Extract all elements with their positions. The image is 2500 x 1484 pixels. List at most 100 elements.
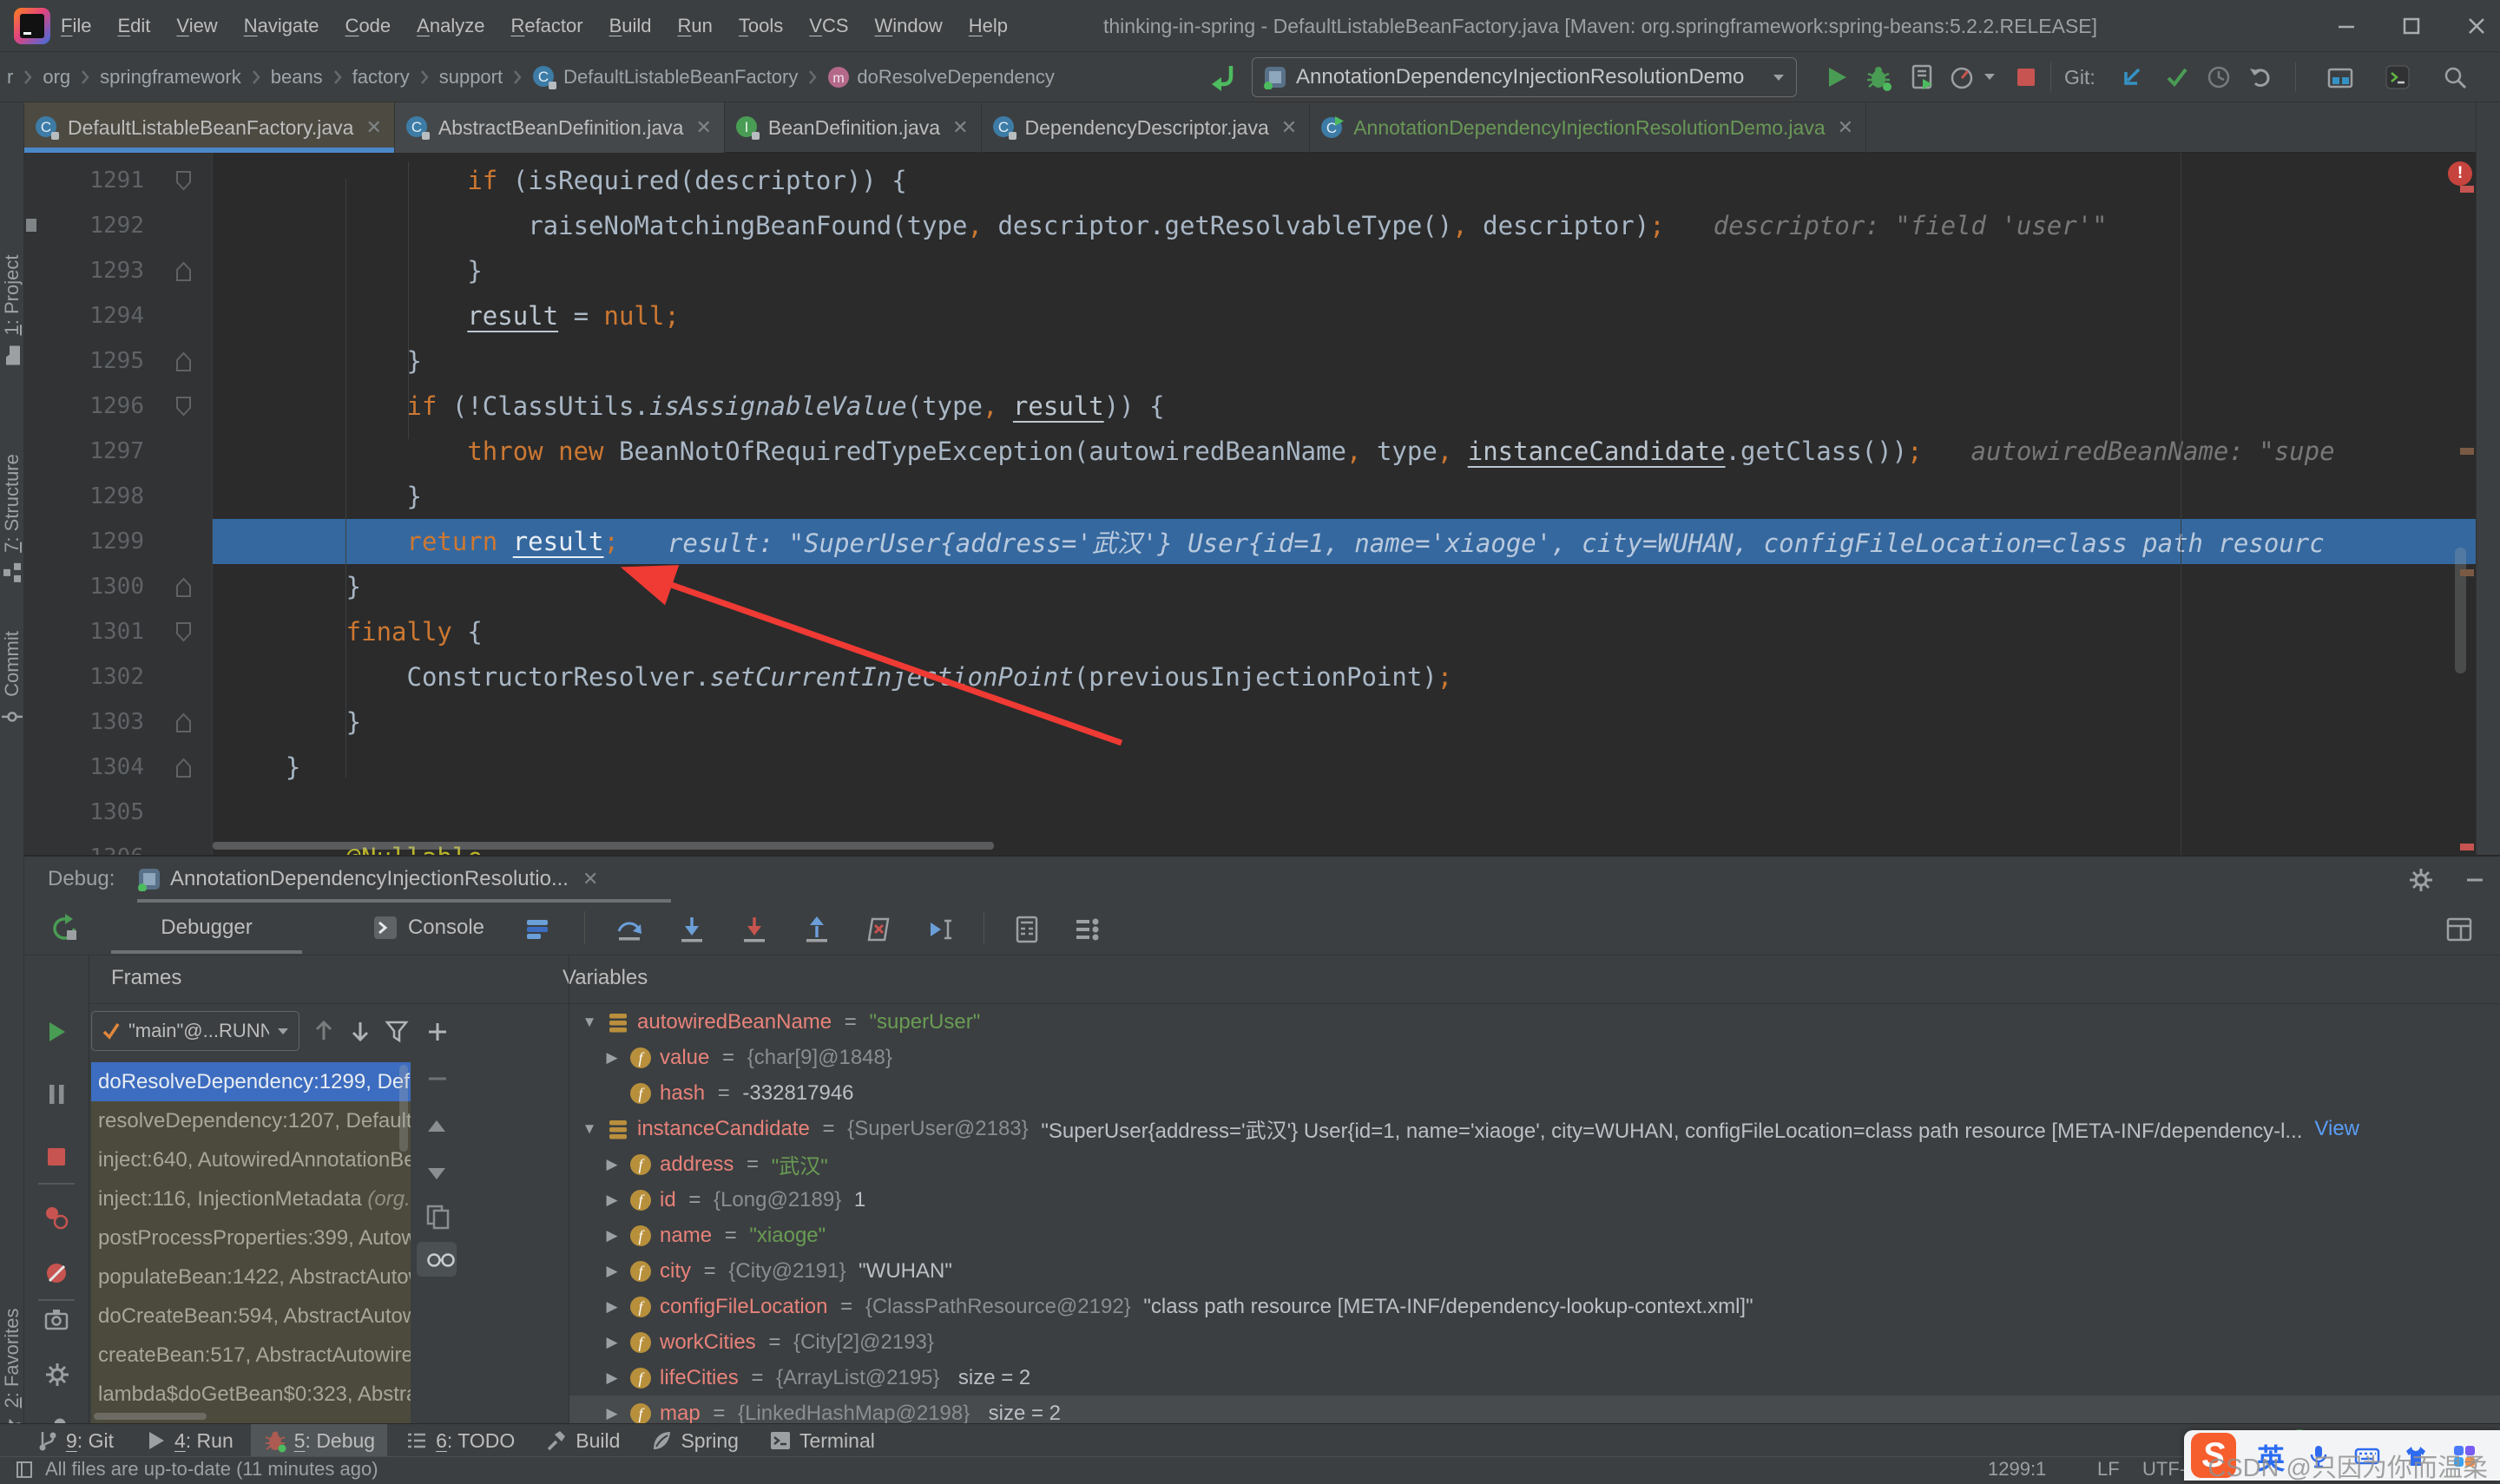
tool-strip-structure[interactable]: 7: Structure bbox=[1, 454, 23, 584]
debug-tab-console[interactable]: Console bbox=[324, 904, 532, 951]
pause-icon[interactable] bbox=[43, 1080, 70, 1108]
variable-row[interactable]: ▶ f name = "xiaoge" bbox=[569, 1218, 2500, 1253]
code-line-1296[interactable]: 1296 if (!ClassUtils.isAssignableValue(ty… bbox=[24, 384, 2476, 429]
variable-row[interactable]: ▶ f address = "武汉" bbox=[569, 1146, 2500, 1182]
toolwindow-button-spring[interactable]: Spring bbox=[637, 1424, 750, 1457]
code-line-1297[interactable]: 1297 throw new BeanNotOfRequiredTypeExcep… bbox=[24, 429, 2476, 474]
terminal-run-icon[interactable] bbox=[2384, 63, 2411, 91]
chevron-expanded-icon[interactable]: ▼ bbox=[580, 1014, 599, 1031]
editor-tab[interactable]: C DefaultListableBeanFactory.java ✕ bbox=[24, 102, 395, 153]
code-line-1294[interactable]: 1294 result = null; bbox=[24, 293, 2476, 338]
error-indicator-badge[interactable]: ! bbox=[2448, 161, 2472, 186]
mute-breakpoints-icon[interactable] bbox=[43, 1259, 70, 1287]
step-into-icon[interactable] bbox=[677, 915, 705, 942]
debug-settings-gear-icon[interactable] bbox=[43, 1360, 70, 1388]
warning-stripe-mark[interactable] bbox=[2460, 569, 2474, 576]
frames-horizontal-scrollbar[interactable] bbox=[94, 1413, 207, 1420]
duplicate-watch-icon[interactable] bbox=[424, 1202, 451, 1230]
stack-frame[interactable]: inject:116, InjectionMetadata (org.sprin… bbox=[91, 1179, 411, 1218]
thread-dump-icon[interactable] bbox=[43, 1306, 70, 1334]
variable-row[interactable]: ▶ f value = {char[9]@1848} bbox=[569, 1040, 2500, 1075]
variable-row[interactable]: ▶ f map = {LinkedHashMap@2198} size = 2 bbox=[569, 1395, 2500, 1425]
toolwindow-button-terminal[interactable]: Terminal bbox=[756, 1424, 887, 1457]
menu-navigate[interactable]: Navigate bbox=[244, 15, 319, 37]
profiler-caret-icon[interactable] bbox=[1983, 71, 2010, 99]
menu-vcs[interactable]: VCS bbox=[809, 15, 848, 37]
gutter-line-number[interactable]: 1294 bbox=[24, 293, 213, 338]
gutter-line-number[interactable]: 1305 bbox=[24, 790, 213, 835]
menu-run[interactable]: Run bbox=[678, 15, 713, 37]
close-icon[interactable]: ✕ bbox=[1281, 116, 1297, 139]
gutter-line-number[interactable]: 1291 bbox=[24, 158, 213, 203]
code-line-1301[interactable]: 1301 finally { bbox=[24, 609, 2476, 654]
move-down-icon[interactable] bbox=[424, 1160, 451, 1188]
close-icon[interactable]: ✕ bbox=[582, 868, 598, 890]
tool-strip-favorites[interactable]: 2: Favorites bbox=[1, 1309, 23, 1440]
gutter-line-number[interactable]: 1303 bbox=[24, 699, 213, 745]
run-button-icon[interactable] bbox=[1823, 63, 1851, 91]
gutter-line-number[interactable]: 1300 bbox=[24, 564, 213, 609]
caret-position[interactable]: 1299:1 bbox=[1988, 1457, 2046, 1481]
show-watches-icon[interactable] bbox=[424, 1245, 455, 1273]
editor-tab[interactable]: C AbstractBeanDefinition.java ✕ bbox=[394, 102, 725, 153]
menu-edit[interactable]: Edit bbox=[117, 15, 150, 37]
chevron-collapsed-icon[interactable]: ▶ bbox=[602, 1263, 622, 1280]
breadcrumb-item[interactable]: org bbox=[43, 66, 70, 89]
gutter-line-number[interactable]: 1299 bbox=[24, 519, 213, 564]
variable-row[interactable]: ▶ f lifeCities = {ArrayList@2195} size = 2 bbox=[569, 1360, 2500, 1395]
evaluate-expression-icon[interactable] bbox=[1012, 915, 1040, 943]
step-out-icon[interactable] bbox=[802, 915, 830, 942]
fold-marker-icon[interactable] bbox=[174, 260, 193, 282]
remove-watch-icon[interactable] bbox=[424, 1065, 451, 1093]
frames-filter-icon[interactable] bbox=[384, 1018, 410, 1044]
toolwindow-button-git[interactable]: 9: Git bbox=[23, 1424, 126, 1457]
fold-marker-icon[interactable] bbox=[174, 170, 193, 192]
close-icon[interactable]: ✕ bbox=[952, 116, 968, 139]
code-line-1293[interactable]: 1293} bbox=[24, 248, 2476, 293]
menu-build[interactable]: Build bbox=[609, 15, 652, 37]
gutter-line-number[interactable]: 1302 bbox=[24, 654, 213, 699]
breadcrumb-item[interactable]: C DefaultListableBeanFactory bbox=[532, 65, 798, 89]
layout-settings-icon[interactable] bbox=[2444, 915, 2472, 942]
variable-row[interactable]: ▶ f id = {Long@2189} 1 bbox=[569, 1182, 2500, 1218]
variable-row[interactable]: ▶ f city = {City@2191} "WUHAN" bbox=[569, 1253, 2500, 1289]
thread-selector[interactable]: "main"@...RUNNING bbox=[91, 1011, 299, 1051]
variable-row[interactable]: ▼ instanceCandidate = {SuperUser@2183} "S… bbox=[569, 1111, 2500, 1146]
menu-code[interactable]: Code bbox=[345, 15, 391, 37]
chevron-collapsed-icon[interactable]: ▶ bbox=[602, 1298, 622, 1316]
fold-marker-icon[interactable] bbox=[174, 576, 193, 598]
gutter-line-number[interactable]: 1301 bbox=[24, 609, 213, 654]
stack-frame[interactable]: lambda$doGetBean$0:323, AbstractBeanFa bbox=[91, 1375, 411, 1414]
code-line-1304[interactable]: 1304} bbox=[24, 745, 2476, 790]
breadcrumb-item[interactable]: factory bbox=[352, 66, 410, 89]
error-stripe-mark[interactable] bbox=[2460, 844, 2474, 850]
close-icon[interactable]: ✕ bbox=[1838, 116, 1853, 139]
drop-frame-icon[interactable] bbox=[865, 915, 892, 942]
debug-button-icon[interactable] bbox=[1865, 63, 1892, 91]
vcs-history-icon[interactable] bbox=[2205, 63, 2233, 91]
debugger-settings-icon[interactable] bbox=[1073, 915, 1101, 942]
fold-marker-icon[interactable] bbox=[174, 757, 193, 778]
editor-tab[interactable]: C DependencyDescriptor.java ✕ bbox=[982, 102, 1311, 153]
breadcrumb-item[interactable]: support bbox=[439, 66, 503, 89]
gutter-line-number[interactable]: 1296 bbox=[24, 384, 213, 429]
breadcrumb-item[interactable]: beans bbox=[271, 66, 323, 89]
rerun-icon[interactable] bbox=[50, 914, 78, 942]
warning-stripe-mark[interactable] bbox=[2460, 448, 2474, 455]
code-line-1303[interactable]: 1303} bbox=[24, 699, 2476, 745]
code-line-1302[interactable]: 1302 ConstructorResolver.setCurrentInject… bbox=[24, 654, 2476, 699]
code-line-1291[interactable]: 1291 if (isRequired(descriptor)) { bbox=[24, 158, 2476, 203]
vcs-update-icon[interactable] bbox=[2118, 63, 2146, 91]
chevron-collapsed-icon[interactable]: ▶ bbox=[602, 1192, 622, 1209]
variable-row[interactable]: ▶ f configFileLocation = {ClassPathResourc… bbox=[569, 1289, 2500, 1324]
move-up-icon[interactable] bbox=[424, 1113, 451, 1141]
gutter-line-number[interactable]: 1297 bbox=[24, 429, 213, 474]
chevron-collapsed-icon[interactable]: ▶ bbox=[602, 1049, 622, 1067]
menu-help[interactable]: Help bbox=[969, 15, 1008, 37]
variable-row[interactable]: ▶ f workCities = {City[2]@2193} bbox=[569, 1324, 2500, 1360]
editor-vertical-scrollbar[interactable] bbox=[2455, 548, 2466, 673]
close-button-icon[interactable] bbox=[2455, 7, 2498, 45]
variable-row[interactable]: f hash = -332817946 bbox=[569, 1075, 2500, 1111]
status-widget-icon[interactable] bbox=[12, 1457, 38, 1481]
fold-marker-icon[interactable] bbox=[174, 396, 193, 417]
